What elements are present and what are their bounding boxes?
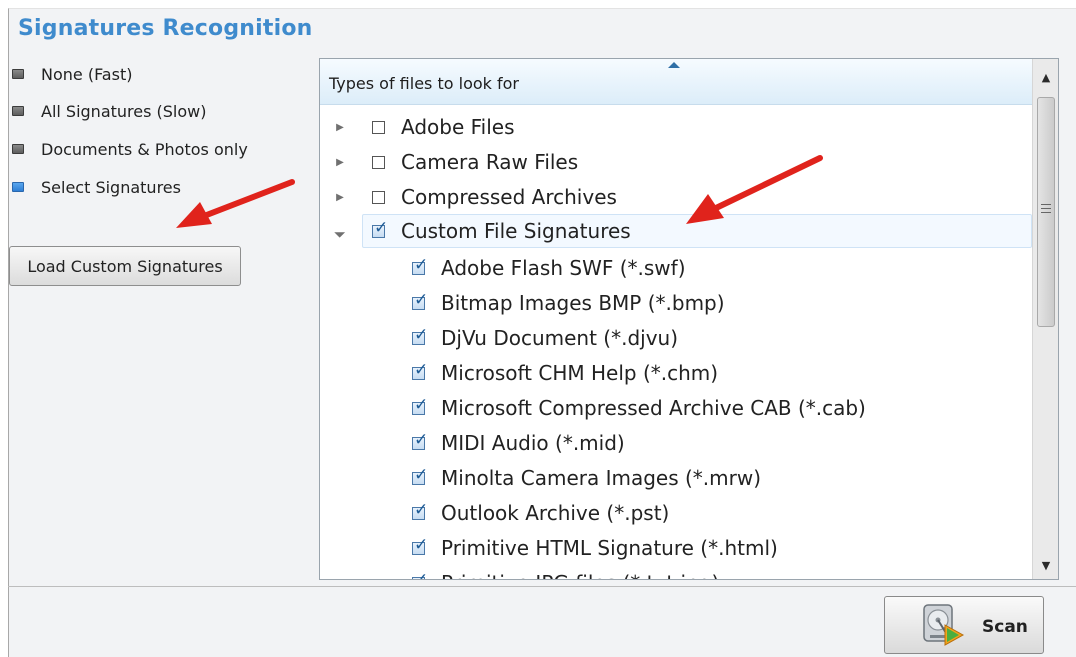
sort-ascending-icon: [668, 62, 680, 68]
divider: [8, 586, 1076, 587]
tree-child-item[interactable]: ✓ Microsoft CHM Help (*.chm): [412, 356, 718, 390]
scroll-down-arrow-icon[interactable]: ▼: [1033, 551, 1058, 579]
tree-child-item[interactable]: ✓ MIDI Audio (*.mid): [412, 426, 625, 460]
check-icon: ✓: [414, 534, 429, 555]
check-icon: ✓: [414, 429, 429, 450]
check-icon: ✓: [414, 464, 429, 485]
section-title: Signatures Recognition: [18, 16, 313, 41]
checkbox[interactable]: ✓: [412, 536, 428, 555]
radio-indicator-icon: [12, 144, 24, 154]
tree-group-camera-raw-files[interactable]: Camera Raw Files: [372, 145, 578, 179]
grip-icon: [1041, 204, 1051, 214]
scan-button[interactable]: Scan: [884, 596, 1044, 654]
tree-item-label: Primitive JPG files (*.txt.jpg): [441, 571, 719, 579]
tree-item-label: Custom File Signatures: [401, 219, 631, 243]
tree-item-label: Compressed Archives: [401, 185, 617, 209]
checkbox[interactable]: [372, 155, 385, 169]
tree-group-adobe-files[interactable]: Adobe Files: [372, 110, 515, 144]
tree-item-label: Primitive HTML Signature (*.html): [441, 536, 778, 560]
scan-button-label: Scan: [982, 617, 1028, 637]
checkbox[interactable]: ✓: [412, 326, 428, 345]
vertical-scrollbar[interactable]: ▲ ▼: [1032, 59, 1058, 579]
checkbox[interactable]: ✓: [412, 291, 428, 310]
tree-child-item[interactable]: ✓ Microsoft Compressed Archive CAB (*.ca…: [412, 391, 866, 425]
tree-group-custom-file-signatures[interactable]: ✓ Custom File Signatures: [362, 214, 1032, 248]
expand-chevron-icon[interactable]: ▶: [333, 120, 347, 134]
tree-item-label: Outlook Archive (*.pst): [441, 501, 670, 525]
tree-child-item[interactable]: ✓ Minolta Camera Images (*.mrw): [412, 461, 761, 495]
scroll-up-arrow-icon[interactable]: ▲: [1033, 63, 1058, 91]
tree-item-label: Camera Raw Files: [401, 150, 579, 174]
tree-item-label: Minolta Camera Images (*.mrw): [441, 466, 762, 490]
checkbox[interactable]: ✓: [412, 431, 428, 450]
tree-child-item[interactable]: ✓ Primitive JPG files (*.txt.jpg): [412, 566, 719, 579]
check-icon: ✓: [414, 569, 429, 580]
check-icon: ✓: [414, 324, 429, 345]
check-icon: ✓: [374, 217, 389, 238]
tree-item-label: DjVu Document (*.djvu): [441, 326, 679, 350]
tree-item-label: Microsoft CHM Help (*.chm): [441, 361, 719, 385]
collapse-chevron-icon[interactable]: ◢: [330, 222, 350, 242]
tree-item-label: MIDI Audio (*.mid): [441, 431, 625, 455]
expand-chevron-icon[interactable]: ▶: [333, 190, 347, 204]
tree-item-label: Adobe Files: [401, 115, 515, 139]
hard-drive-scan-icon: [923, 604, 965, 646]
tree-child-item[interactable]: ✓ Primitive HTML Signature (*.html): [412, 531, 778, 565]
checkbox[interactable]: ✓: [372, 219, 388, 238]
tree-column-header[interactable]: Types of files to look for: [320, 59, 1032, 105]
file-types-tree: Types of files to look for ▶ Adobe Files…: [319, 58, 1059, 580]
radio-indicator-icon: [12, 106, 24, 116]
tree-item-label: Adobe Flash SWF (*.swf): [441, 256, 686, 280]
radio-none-fast[interactable]: None (Fast): [12, 62, 132, 86]
checkbox[interactable]: ✓: [412, 361, 428, 380]
check-icon: ✓: [414, 359, 429, 380]
scroll-thumb[interactable]: [1037, 97, 1055, 327]
tree-child-item[interactable]: ✓ Outlook Archive (*.pst): [412, 496, 669, 530]
check-icon: ✓: [414, 499, 429, 520]
tree-child-item[interactable]: ✓ Adobe Flash SWF (*.swf): [412, 251, 686, 285]
tree-item-label: Bitmap Images BMP (*.bmp): [441, 291, 725, 315]
checkbox[interactable]: ✓: [412, 396, 428, 415]
radio-all-signatures[interactable]: All Signatures (Slow): [12, 99, 207, 123]
checkbox[interactable]: [372, 120, 385, 134]
radio-indicator-icon: [12, 69, 24, 79]
radio-documents-photos[interactable]: Documents & Photos only: [12, 137, 248, 161]
tree-child-item[interactable]: ✓ Bitmap Images BMP (*.bmp): [412, 286, 725, 320]
checkbox[interactable]: [372, 190, 385, 204]
expand-chevron-icon[interactable]: ▶: [333, 155, 347, 169]
checkbox[interactable]: ✓: [412, 256, 428, 275]
radio-indicator-icon: [12, 182, 24, 192]
radio-select-signatures[interactable]: Select Signatures: [12, 175, 181, 199]
radio-label: All Signatures (Slow): [41, 101, 207, 121]
radio-label: Documents & Photos only: [41, 139, 248, 159]
checkbox[interactable]: ✓: [412, 571, 428, 579]
tree-item-label: Microsoft Compressed Archive CAB (*.cab): [441, 396, 866, 420]
tree-child-item[interactable]: ✓ DjVu Document (*.djvu): [412, 321, 678, 355]
checkbox[interactable]: ✓: [412, 501, 428, 520]
check-icon: ✓: [414, 394, 429, 415]
check-icon: ✓: [414, 254, 429, 275]
tree-header-label: Types of files to look for: [329, 74, 519, 93]
radio-label: None (Fast): [41, 64, 133, 84]
tree-group-compressed-archives[interactable]: Compressed Archives: [372, 180, 617, 214]
check-icon: ✓: [414, 289, 429, 310]
load-custom-signatures-button[interactable]: Load Custom Signatures: [9, 246, 241, 286]
checkbox[interactable]: ✓: [412, 466, 428, 485]
radio-label: Select Signatures: [41, 177, 181, 197]
